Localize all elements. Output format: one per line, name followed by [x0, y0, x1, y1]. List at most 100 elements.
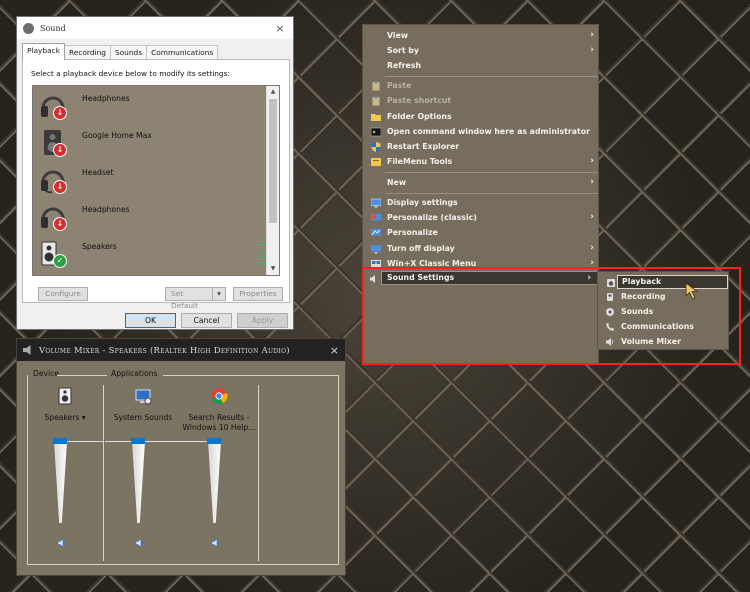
submenu-arrow-icon: › — [590, 30, 594, 40]
menu-item-paste[interactable]: Paste — [363, 78, 600, 93]
volume-mixer-window: Volume Mixer - Speakers (Realtek High De… — [16, 338, 346, 576]
paste-icon — [372, 81, 380, 91]
slider-thumb[interactable] — [53, 438, 67, 444]
slider-track[interactable] — [54, 441, 67, 523]
chevron-down-icon[interactable]: ▾ — [82, 413, 86, 422]
menu-item-label: Personalize — [387, 228, 438, 237]
tab-playback[interactable]: Playback — [22, 43, 65, 60]
menu-item-label: Paste — [387, 81, 412, 90]
menu-item-folder-options[interactable]: Folder Options — [363, 109, 600, 124]
ok-button[interactable]: OK — [125, 313, 176, 328]
volume-mixer-title: Volume Mixer - Speakers (Realtek High De… — [39, 345, 290, 355]
app-name: System Sounds — [113, 413, 173, 422]
device-name: Headphones — [82, 205, 130, 214]
menu-separator — [385, 193, 598, 194]
menu-item-view[interactable]: View › — [363, 28, 600, 43]
sound-dialog-titlebar[interactable]: Sound × — [17, 17, 293, 39]
volume-slider-speakers[interactable] — [27, 438, 103, 561]
speaker-mute-toggle-icon[interactable] — [57, 538, 67, 548]
menu-item-label: New — [387, 178, 407, 187]
menu-item-paste-shortcut[interactable]: Paste shortcut — [363, 93, 600, 108]
frame-top-line — [163, 375, 339, 376]
device-item-headset[interactable]: ↓ Headset — [33, 160, 267, 197]
app-name: Search Results - Windows 10 Help... — [182, 413, 256, 432]
tab-recording[interactable]: Recording — [63, 45, 111, 60]
menu-item-label: Restart Explorer — [387, 142, 460, 151]
menu-item-refresh[interactable]: Refresh — [363, 58, 600, 73]
menu-separator — [385, 172, 598, 173]
set-default-dropdown-icon[interactable]: ▾ — [212, 287, 226, 301]
properties-button[interactable]: Properties — [233, 287, 283, 301]
slider-thumb[interactable] — [207, 438, 221, 444]
menu-item-personalize[interactable]: Personalize — [363, 225, 600, 240]
frame-top-line — [57, 375, 107, 376]
menu-item-turn-off-display[interactable]: Turn off display › — [363, 241, 600, 256]
tab-communications[interactable]: Communications — [146, 45, 219, 60]
device-item-speakers[interactable]: ✓ Speakers — [33, 234, 267, 271]
close-icon[interactable]: × — [330, 344, 339, 357]
menu-item-label: Personalize (classic) — [387, 213, 477, 222]
close-icon[interactable]: × — [273, 22, 287, 35]
submenu-arrow-icon: › — [590, 177, 594, 187]
menu-item-label: View — [387, 31, 409, 40]
playback-instruction: Select a playback device below to modify… — [31, 69, 230, 78]
sound-tabs: Playback Recording Sounds Communications — [22, 43, 219, 60]
scroll-down-icon[interactable]: ▼ — [267, 263, 279, 275]
personalize-classic-icon — [371, 214, 381, 221]
device-name: Headphones — [82, 94, 130, 103]
apply-button[interactable]: Apply — [237, 313, 288, 328]
menu-item-open-command-window[interactable]: Open command window here as administrato… — [363, 124, 600, 139]
folder-icon — [371, 114, 381, 121]
device-list-scrollbar[interactable]: ▲ ▼ — [266, 86, 279, 275]
disconnected-icon: ↓ — [53, 180, 67, 194]
slider-track[interactable] — [208, 441, 221, 523]
submenu-arrow-icon: › — [590, 212, 594, 222]
device-item-headphones[interactable]: ↓ Headphones — [33, 86, 267, 123]
submenu-arrow-icon: › — [590, 243, 594, 253]
submenu-arrow-icon: › — [590, 156, 594, 166]
disconnected-icon: ↓ — [53, 106, 67, 120]
submenu-arrow-icon: › — [590, 45, 594, 55]
mouse-cursor-icon — [685, 282, 699, 300]
mixer-column-chrome: Search Results - Windows 10 Help... — [181, 387, 257, 433]
device-name: Google Home Max — [82, 131, 152, 140]
menu-item-display-settings[interactable]: Display settings — [363, 195, 600, 210]
menu-item-restart-explorer[interactable]: Restart Explorer — [363, 139, 600, 154]
configure-button[interactable]: Configure — [38, 287, 88, 301]
device-name: Speakers — [82, 242, 117, 251]
level-meter — [258, 238, 265, 268]
paste-shortcut-icon — [372, 96, 380, 106]
scroll-thumb[interactable] — [269, 99, 277, 223]
device-item-headphones-2[interactable]: ↓ Headphones — [33, 197, 267, 234]
menu-separator — [385, 76, 598, 77]
volume-slider-system-sounds[interactable] — [105, 438, 181, 561]
mixer-column-system-sounds: System Sounds — [105, 387, 181, 423]
playback-device-list: ↓ Headphones ↓ Google Home Max ↓ Headset… — [32, 85, 280, 276]
menu-item-personalize-classic[interactable]: Personalize (classic) › — [363, 210, 600, 225]
volume-mixer-titlebar[interactable]: Volume Mixer - Speakers (Realtek High De… — [17, 339, 345, 361]
tab-sounds[interactable]: Sounds — [109, 45, 148, 60]
speaker-mute-toggle-icon[interactable] — [135, 538, 145, 548]
cancel-button[interactable]: Cancel — [181, 313, 232, 328]
scroll-up-icon[interactable]: ▲ — [267, 86, 279, 98]
volume-mixer-body: Device Applications Speakers ▾ System So… — [27, 369, 339, 569]
set-default-button[interactable]: Set Default — [165, 287, 213, 310]
menu-item-new[interactable]: New › — [363, 175, 600, 190]
menu-item-filemenu-tools[interactable]: FileMenu Tools › — [363, 154, 600, 169]
speaker-mute-toggle-icon[interactable] — [211, 538, 221, 548]
menu-item-label: Sort by — [387, 46, 419, 55]
cmd-icon — [371, 127, 381, 137]
personalize-icon — [371, 229, 381, 236]
menu-item-label: Paste shortcut — [387, 96, 452, 105]
slider-thumb[interactable] — [131, 438, 145, 444]
chrome-icon — [211, 388, 228, 405]
device-item-google-home-max[interactable]: ↓ Google Home Max — [33, 123, 267, 160]
volume-slider-chrome[interactable] — [181, 438, 257, 561]
menu-item-label: Display settings — [387, 198, 458, 207]
sound-dialog-title: Sound — [40, 23, 66, 33]
system-sounds-icon — [135, 389, 152, 405]
monitor-off-icon — [371, 245, 381, 254]
menu-item-sort-by[interactable]: Sort by › — [363, 43, 600, 58]
slider-track[interactable] — [132, 441, 145, 523]
device-name-dropdown[interactable]: Speakers ▾ — [27, 413, 103, 423]
